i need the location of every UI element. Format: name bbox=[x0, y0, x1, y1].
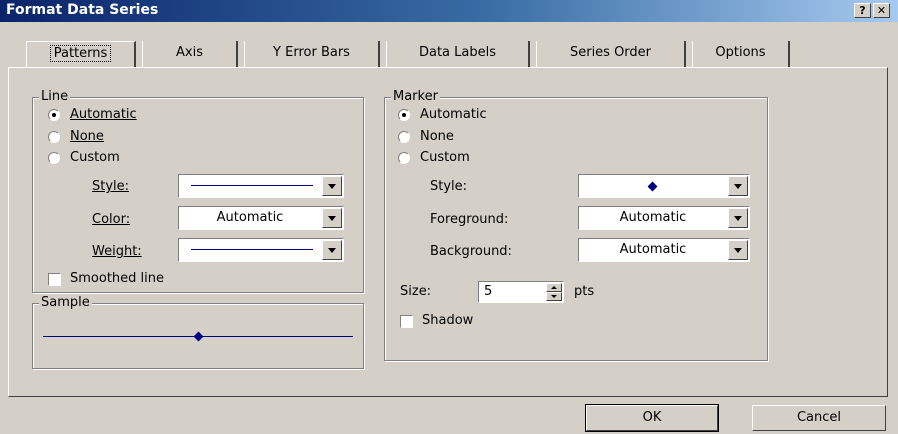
line-weight-swatch bbox=[191, 249, 313, 250]
marker-custom-label: Custom bbox=[420, 150, 470, 165]
tab-options[interactable]: Options bbox=[692, 41, 790, 67]
line-color-value: Automatic bbox=[216, 210, 284, 225]
spin-down-icon[interactable] bbox=[546, 292, 562, 301]
marker-automatic-label: Automatic bbox=[420, 107, 487, 122]
chevron-down-icon[interactable] bbox=[322, 240, 342, 260]
marker-group-label: Marker bbox=[391, 89, 440, 104]
sample-marker-icon bbox=[193, 331, 204, 342]
line-color-label: Color: bbox=[92, 212, 131, 227]
tab-y-error-bars[interactable]: Y Error Bars bbox=[244, 41, 380, 67]
smoothed-line-label: Smoothed line bbox=[70, 271, 165, 286]
tab-patterns[interactable]: Patterns bbox=[26, 41, 136, 67]
line-weight-select[interactable] bbox=[178, 238, 344, 262]
marker-foreground-value: Automatic bbox=[619, 210, 687, 225]
radio-icon bbox=[398, 131, 410, 143]
line-style-select[interactable] bbox=[178, 174, 344, 198]
format-data-series-dialog: Format Data Series ? ✕ Patterns Axis Y E… bbox=[0, 0, 898, 434]
marker-background-label: Background: bbox=[430, 244, 512, 259]
marker-none-label: None bbox=[420, 129, 454, 144]
radio-icon bbox=[48, 152, 60, 164]
chevron-down-icon[interactable] bbox=[322, 208, 342, 228]
radio-icon bbox=[398, 152, 410, 164]
shadow-label: Shadow bbox=[422, 313, 474, 328]
chevron-down-icon[interactable] bbox=[728, 176, 748, 196]
line-group-label: Line bbox=[39, 89, 71, 104]
checkbox-icon bbox=[48, 273, 61, 286]
chevron-down-icon[interactable] bbox=[322, 176, 342, 196]
line-style-label: Style: bbox=[92, 179, 130, 194]
marker-foreground-select[interactable]: Automatic bbox=[578, 206, 750, 230]
line-automatic-label: Automatic bbox=[70, 107, 137, 122]
checkbox-icon bbox=[400, 315, 413, 328]
cancel-button[interactable]: Cancel bbox=[752, 405, 886, 431]
tab-series-order[interactable]: Series Order bbox=[536, 41, 686, 67]
radio-icon bbox=[48, 131, 60, 143]
chevron-down-icon[interactable] bbox=[728, 208, 748, 228]
tab-data-labels[interactable]: Data Labels bbox=[386, 41, 530, 67]
close-button[interactable]: ✕ bbox=[873, 3, 890, 18]
chevron-down-icon[interactable] bbox=[728, 240, 748, 260]
diamond-marker-icon bbox=[647, 181, 658, 192]
window-title: Format Data Series bbox=[6, 2, 159, 18]
marker-background-select[interactable]: Automatic bbox=[578, 238, 750, 262]
line-weight-label: Weight: bbox=[92, 244, 142, 259]
spin-up-icon[interactable] bbox=[546, 283, 562, 292]
sample-group-label: Sample bbox=[39, 295, 92, 310]
sample-group: Sample bbox=[32, 295, 364, 369]
help-button[interactable]: ? bbox=[854, 3, 871, 18]
marker-size-value: 5 bbox=[484, 284, 493, 299]
radio-selected-icon bbox=[398, 109, 410, 121]
marker-foreground-label: Foreground: bbox=[430, 212, 509, 227]
tab-axis[interactable]: Axis bbox=[142, 41, 238, 67]
marker-background-value: Automatic bbox=[619, 242, 687, 257]
ok-button[interactable]: OK bbox=[585, 404, 719, 432]
line-style-swatch bbox=[191, 185, 313, 186]
radio-selected-icon bbox=[48, 109, 60, 121]
marker-size-stepper[interactable]: 5 bbox=[478, 281, 564, 303]
line-custom-label: Custom bbox=[70, 150, 120, 165]
line-none-label: None bbox=[70, 129, 104, 144]
marker-size-label: Size: bbox=[400, 284, 432, 299]
title-bar[interactable]: Format Data Series ? ✕ bbox=[0, 0, 898, 22]
marker-style-label: Style: bbox=[430, 179, 468, 194]
marker-size-unit: pts bbox=[574, 284, 595, 299]
marker-style-select[interactable] bbox=[578, 174, 750, 198]
line-color-select[interactable]: Automatic bbox=[178, 206, 344, 230]
